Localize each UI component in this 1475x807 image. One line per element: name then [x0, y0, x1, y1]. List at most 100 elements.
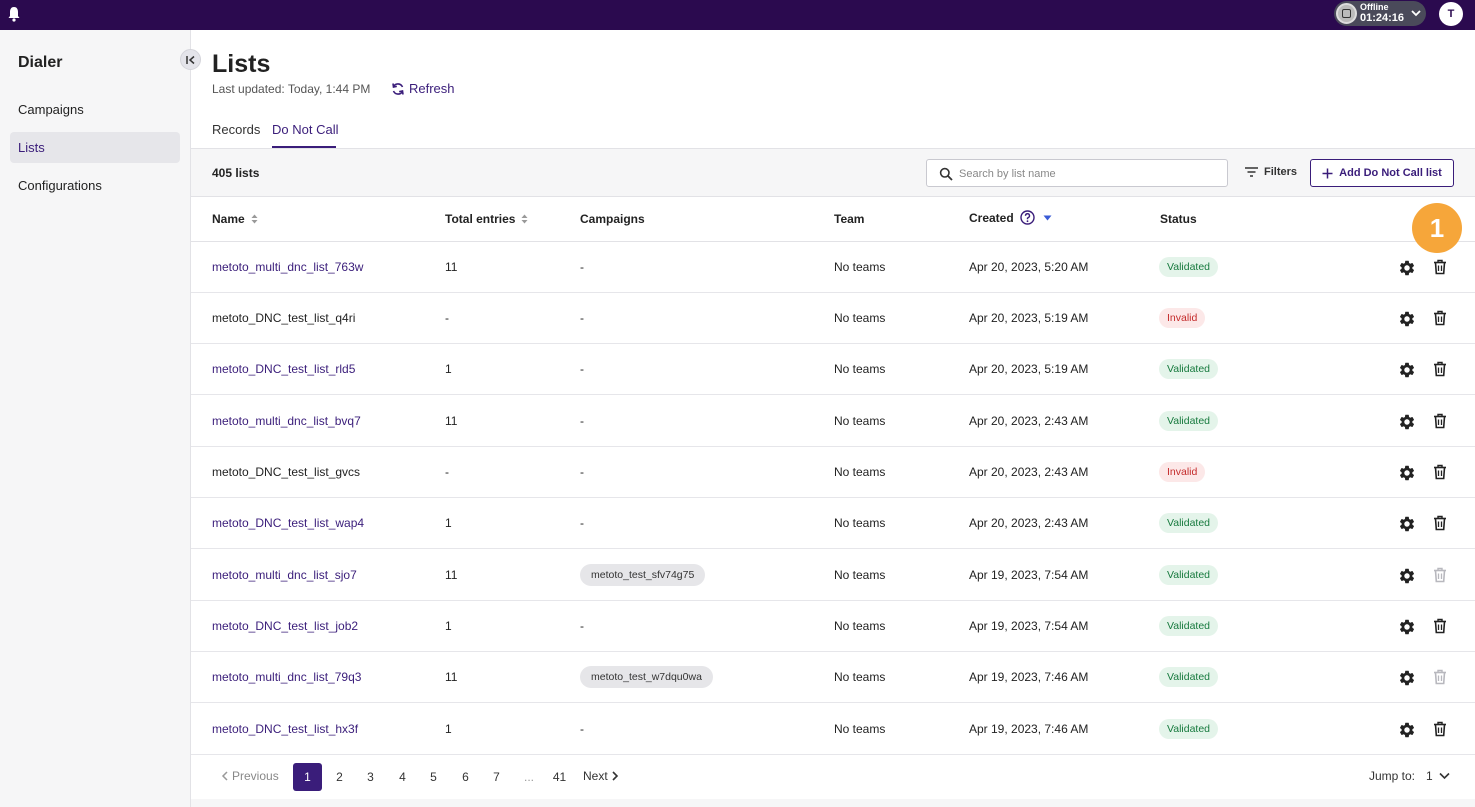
total-entries-cell: 11 — [445, 568, 458, 582]
trash-icon[interactable] — [1433, 413, 1447, 429]
trash-icon[interactable] — [1433, 618, 1447, 634]
sidebar: Dialer Campaigns Lists Configurations — [0, 30, 201, 807]
column-header-created[interactable]: Created — [969, 210, 1052, 225]
filter-icon — [1245, 167, 1258, 177]
table-row: metoto_DNC_test_list_q4ri - - No teams A… — [191, 293, 1475, 344]
add-button-label: Add Do Not Call list — [1339, 167, 1442, 179]
gear-icon[interactable] — [1398, 618, 1416, 636]
created-cell: Apr 20, 2023, 2:43 AM — [969, 516, 1089, 530]
table-row: metoto_DNC_test_list_wap4 1 - No teams A… — [191, 498, 1475, 549]
list-name-cell[interactable]: metoto_multi_dnc_list_sjo7 — [212, 568, 357, 582]
trash-icon[interactable] — [1433, 464, 1447, 480]
trash-icon[interactable] — [1433, 721, 1447, 737]
list-name-cell[interactable]: metoto_multi_dnc_list_763w — [212, 260, 363, 274]
gear-icon[interactable] — [1398, 259, 1416, 277]
page-last[interactable]: 41 — [545, 763, 574, 791]
sidebar-item-campaigns[interactable]: Campaigns — [10, 94, 180, 125]
trash-icon[interactable] — [1433, 310, 1447, 326]
trash-icon[interactable] — [1433, 259, 1447, 275]
footer-strip — [191, 799, 1475, 807]
campaign-cell: - — [580, 465, 584, 479]
previous-page-button[interactable]: Previous — [221, 769, 279, 783]
team-cell: No teams — [834, 619, 886, 633]
total-entries-cell: 11 — [445, 670, 458, 684]
column-header-name[interactable]: Name — [212, 212, 258, 226]
list-name-cell[interactable]: metoto_multi_dnc_list_bvq7 — [212, 414, 361, 428]
avatar[interactable]: T — [1439, 2, 1463, 26]
chevron-left-icon — [221, 771, 228, 781]
page-3[interactable]: 3 — [356, 763, 385, 791]
page-7[interactable]: 7 — [482, 763, 511, 791]
total-entries-cell: 1 — [445, 516, 452, 530]
status-badge: Validated — [1159, 616, 1219, 636]
last-updated-text: Last updated: Today, 1:44 PM — [212, 82, 371, 96]
gear-icon[interactable] — [1398, 413, 1416, 431]
status-label: Offline — [1360, 2, 1389, 12]
gear-icon[interactable] — [1398, 361, 1416, 379]
gear-icon[interactable] — [1398, 721, 1416, 739]
page-6[interactable]: 6 — [451, 763, 480, 791]
next-label: Next — [583, 769, 608, 783]
list-name-cell[interactable]: metoto_multi_dnc_list_79q3 — [212, 670, 361, 684]
gear-icon[interactable] — [1398, 515, 1416, 533]
agent-status-toggle[interactable]: Offline 01:24:16 — [1334, 1, 1426, 26]
campaign-cell: - — [580, 362, 584, 376]
add-do-not-call-list-button[interactable]: Add Do Not Call list — [1310, 159, 1454, 187]
gear-icon[interactable] — [1398, 669, 1416, 687]
trash-icon — [1433, 669, 1447, 685]
page-5[interactable]: 5 — [419, 763, 448, 791]
sort-icon — [521, 214, 528, 224]
top-bar: Offline 01:24:16 T — [0, 0, 1475, 30]
page-1[interactable]: 1 — [293, 763, 322, 791]
created-cell: Apr 20, 2023, 2:43 AM — [969, 414, 1089, 428]
campaign-chip[interactable]: metoto_test_sfv74g75 — [580, 564, 706, 586]
team-cell: No teams — [834, 516, 886, 530]
table-row: metoto_multi_dnc_list_bvq7 11 - No teams… — [191, 396, 1475, 447]
created-cell: Apr 20, 2023, 2:43 AM — [969, 465, 1089, 479]
campaign-chip[interactable]: metoto_test_w7dqu0wa — [580, 666, 713, 688]
trash-icon[interactable] — [1433, 515, 1447, 531]
jump-to-label: Jump to: — [1369, 769, 1416, 783]
search-input[interactable] — [959, 165, 1219, 182]
plus-icon — [1322, 168, 1333, 178]
total-entries-cell: 11 — [445, 414, 458, 428]
status-badge: Validated — [1159, 359, 1219, 379]
filters-button[interactable]: Filters — [1244, 166, 1297, 178]
sidebar-item-configurations[interactable]: Configurations — [10, 170, 180, 201]
column-header-total-entries[interactable]: Total entries — [445, 212, 528, 226]
total-entries-cell: 1 — [445, 722, 452, 736]
list-name-cell[interactable]: metoto_DNC_test_list_wap4 — [212, 516, 364, 530]
list-name-cell[interactable]: metoto_DNC_test_list_hx3f — [212, 722, 358, 736]
chevron-down-icon — [1439, 772, 1450, 780]
gear-icon[interactable] — [1398, 310, 1416, 328]
column-header-status: Status — [1160, 212, 1197, 226]
gear-icon[interactable] — [1398, 464, 1416, 482]
bell-icon[interactable] — [7, 6, 21, 22]
column-header-label: Name — [212, 212, 245, 226]
team-cell: No teams — [834, 414, 886, 428]
page-title: Lists — [212, 50, 271, 78]
trash-icon[interactable] — [1433, 361, 1447, 377]
sidebar-item-lists[interactable]: Lists — [10, 132, 180, 163]
next-page-button[interactable]: Next — [583, 769, 619, 783]
gear-icon[interactable] — [1398, 567, 1416, 585]
refresh-button[interactable]: Refresh — [391, 81, 455, 96]
collapse-sidebar-button[interactable] — [180, 49, 201, 70]
refresh-icon — [392, 82, 404, 95]
tab-records[interactable]: Records — [212, 122, 260, 137]
campaign-cell: - — [580, 311, 584, 325]
help-icon[interactable] — [1019, 210, 1035, 225]
jump-to-select[interactable]: 1 — [1426, 769, 1450, 783]
list-name-cell[interactable]: metoto_DNC_test_list_rld5 — [212, 362, 355, 376]
page-ellipsis: ... — [524, 770, 535, 784]
status-badge: Validated — [1159, 411, 1219, 431]
tab-do-not-call[interactable]: Do Not Call — [272, 122, 338, 137]
total-entries-cell: 1 — [445, 362, 452, 376]
team-cell: No teams — [834, 362, 886, 376]
page-2[interactable]: 2 — [325, 763, 354, 791]
list-name-cell[interactable]: metoto_DNC_test_list_job2 — [212, 619, 358, 633]
page-4[interactable]: 4 — [388, 763, 417, 791]
list-toolbar: 405 lists Filters Add Do Not Call list — [191, 149, 1475, 197]
table-header: Name Total entries Campaigns Team Create… — [191, 197, 1475, 242]
created-cell: Apr 20, 2023, 5:19 AM — [969, 311, 1089, 325]
